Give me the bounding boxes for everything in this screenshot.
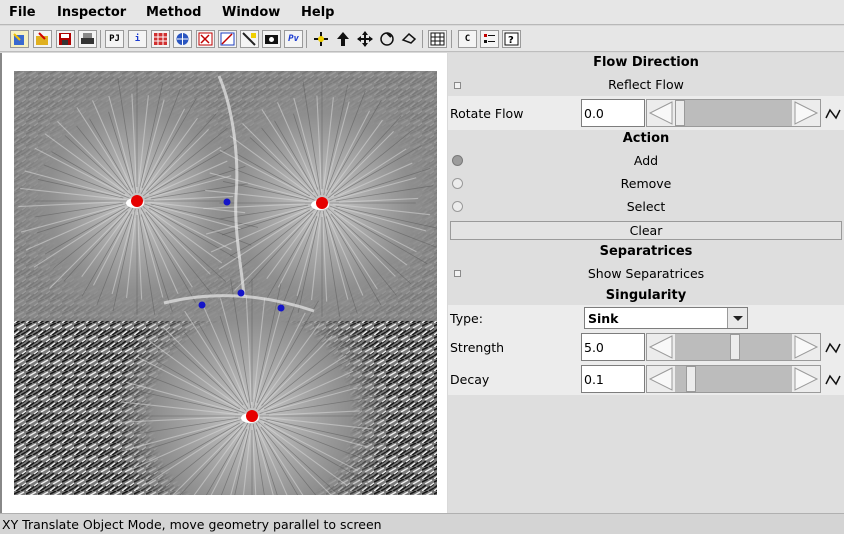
hand-icon[interactable] [400,30,419,48]
slider-left-arrow-icon[interactable] [647,366,675,392]
print-icon[interactable] [78,30,97,48]
show-separatrices-label: Show Separatrices [587,266,705,281]
type-select[interactable]: Sink [584,307,748,329]
c-icon[interactable]: C [458,30,477,48]
menu-method[interactable]: Method [146,5,201,20]
menu-inspector[interactable]: Inspector [57,5,126,20]
slider-thumb[interactable] [675,100,685,126]
decay-slider[interactable] [646,365,821,393]
toolbar-separator [422,30,423,48]
slider-right-arrow-icon[interactable] [792,334,820,360]
rotate-flow-field[interactable]: 0.0 [581,99,645,127]
flow-field-view[interactable] [14,71,437,495]
sink-marker[interactable] [316,197,328,209]
slider-left-arrow-icon[interactable] [647,100,675,126]
svg-text:?: ? [508,35,514,46]
camera-icon[interactable] [262,30,281,48]
decay-field[interactable]: 0.1 [581,365,645,393]
list-icon[interactable] [480,30,499,48]
strength-label: Strength [450,340,505,355]
reflect-flow-label: Reflect Flow [608,77,684,92]
decay-label: Decay [450,372,490,387]
slider-right-arrow-icon[interactable] [792,366,820,392]
separatrices-title: Separatrices [599,244,693,259]
strength-link-icon[interactable] [824,341,842,355]
sink-marker[interactable] [131,195,143,207]
spin-icon[interactable] [378,30,397,48]
saddle-marker[interactable] [237,289,245,297]
flow-direction-title: Flow Direction [593,55,699,70]
help-icon[interactable]: ? [502,30,521,48]
new-icon[interactable] [10,30,29,48]
chevron-down-icon[interactable] [727,308,747,328]
menu-window[interactable]: Window [222,5,280,20]
sphere-icon[interactable] [173,30,192,48]
viewer-area[interactable] [0,53,447,513]
select-label: Select [626,199,666,214]
singularity-title: Singularity [605,288,687,303]
slider-thumb[interactable] [729,334,740,360]
remove-label: Remove [620,176,672,191]
type-label: Type: [450,311,483,326]
strength-field[interactable]: 5.0 [581,333,645,361]
type-value: Sink [588,311,619,326]
flow-field-image [14,71,437,495]
status-bar: XY Translate Object Mode, move geometry … [0,513,844,534]
open-icon[interactable] [33,30,52,48]
move-icon[interactable] [356,30,375,48]
info-icon[interactable]: i [128,30,147,48]
grid-icon[interactable] [428,30,447,48]
image-icon[interactable] [151,30,170,48]
decay-link-icon[interactable] [824,373,842,387]
pj-icon[interactable]: PJ [105,30,124,48]
rotate-flow-label: Rotate Flow [450,106,524,121]
toolbar-separator [451,30,452,48]
add-label: Add [633,153,659,168]
zoom-icon[interactable] [218,30,237,48]
lasso-icon[interactable] [240,30,259,48]
menu-file[interactable]: File [9,5,36,20]
toolbar-separator [100,30,101,48]
saddle-marker[interactable] [277,304,285,312]
inspector-panel: Flow Direction Reflect Flow Rotate Flow … [448,53,844,513]
toolbar: PJ i Pv C ? [0,26,844,52]
python-icon[interactable]: Pv [284,30,303,48]
rotate-flow-slider[interactable] [646,99,821,127]
slider-right-arrow-icon[interactable] [792,100,820,126]
menu-help[interactable]: Help [301,5,334,20]
flow-icon[interactable] [196,30,215,48]
toolbar-separator [306,30,307,48]
strength-slider[interactable] [646,333,821,361]
sink-marker[interactable] [246,410,258,422]
slider-left-arrow-icon[interactable] [647,334,675,360]
save-icon[interactable] [56,30,75,48]
saddle-marker[interactable] [223,198,231,206]
action-title: Action [622,131,670,146]
saddle-marker[interactable] [198,301,206,309]
slider-thumb[interactable] [685,366,696,392]
rotate-icon[interactable] [334,30,353,48]
rotate-link-icon[interactable] [824,107,842,121]
clear-button[interactable]: Clear [450,221,842,240]
translate-icon[interactable] [312,30,331,48]
menu-bar: File Inspector Method Window Help [0,0,844,25]
